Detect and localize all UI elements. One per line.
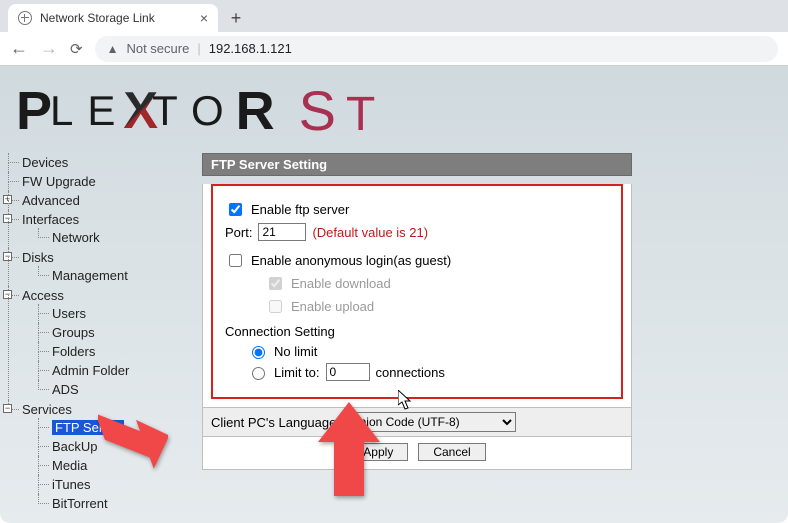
limit-to-radio[interactable] <box>252 367 265 380</box>
highlight-box: Enable ftp server Port: (Default value i… <box>211 184 623 399</box>
limit-to-label: Limit to: <box>274 365 320 380</box>
tree-item-advanced[interactable]: +Advanced <box>8 191 178 210</box>
apply-button[interactable]: Apply <box>348 443 408 461</box>
limit-input[interactable] <box>326 363 370 381</box>
separator: | <box>197 41 200 56</box>
forward-button: → <box>40 38 58 59</box>
tree-item-folders[interactable]: Folders <box>38 342 178 361</box>
port-input[interactable] <box>258 223 306 241</box>
tree-item-users[interactable]: Users <box>38 304 178 323</box>
globe-icon <box>18 11 32 25</box>
anon-login-checkbox[interactable] <box>229 254 242 267</box>
port-hint: (Default value is 21) <box>312 225 428 240</box>
enable-download-checkbox <box>269 277 282 290</box>
connection-setting-label: Connection Setting <box>225 324 335 339</box>
enable-ftp-checkbox[interactable] <box>229 203 242 216</box>
nav-tree: Devices FW Upgrade +Advanced −Interfaces… <box>8 151 178 514</box>
browser-tab[interactable]: Network Storage Link × <box>8 4 218 32</box>
anon-login-label: Enable anonymous login(as guest) <box>251 253 451 268</box>
address-bar[interactable]: ▲ Not secure | 192.168.1.121 <box>95 36 778 62</box>
collapse-icon[interactable]: − <box>3 214 12 223</box>
tree-item-devices[interactable]: Devices <box>8 153 178 172</box>
panel-title: FTP Server Setting <box>202 153 632 176</box>
tree-item-ftp-server[interactable]: FTP Server <box>38 418 178 437</box>
tree-item-network[interactable]: Network <box>38 228 178 247</box>
tree-item-access[interactable]: −Access Users Groups Folders Admin Folde… <box>8 286 178 400</box>
not-secure-icon: ▲ <box>107 42 119 56</box>
enable-upload-label: Enable upload <box>291 299 374 314</box>
tree-item-interfaces[interactable]: −Interfaces Network <box>8 210 178 248</box>
new-tab-button[interactable]: + <box>224 6 248 30</box>
connections-label: connections <box>376 365 445 380</box>
security-label: Not secure <box>126 41 189 56</box>
reload-button[interactable]: ⟳ <box>70 40 83 58</box>
enable-download-label: Enable download <box>291 276 391 291</box>
tree-item-groups[interactable]: Groups <box>38 323 178 342</box>
collapse-icon[interactable]: − <box>3 290 12 299</box>
no-limit-radio[interactable] <box>252 346 265 359</box>
no-limit-label: No limit <box>274 344 317 359</box>
expand-icon[interactable]: + <box>3 195 12 204</box>
browser-toolbar: ← → ⟳ ▲ Not secure | 192.168.1.121 <box>0 32 788 66</box>
close-tab-icon[interactable]: × <box>200 10 208 26</box>
port-label: Port: <box>225 225 252 240</box>
tree-item-disks[interactable]: −Disks Management <box>8 248 178 286</box>
ftp-settings-panel: FTP Server Setting Enable ftp server Por… <box>202 153 632 470</box>
cancel-button[interactable]: Cancel <box>418 443 485 461</box>
language-label: Client PC's Language: <box>211 415 340 430</box>
tree-item-ads[interactable]: ADS <box>38 380 178 399</box>
tree-item-itunes[interactable]: iTunes <box>38 475 178 494</box>
tree-item-management[interactable]: Management <box>38 266 178 285</box>
collapse-icon[interactable]: − <box>3 404 12 413</box>
url-text: 192.168.1.121 <box>209 41 292 56</box>
tree-item-backup[interactable]: BackUp <box>38 437 178 456</box>
page-body: PLEXTOR ST Devices FW Upgrade +Advanced … <box>0 66 788 523</box>
collapse-icon[interactable]: − <box>3 252 12 261</box>
cursor-icon <box>398 390 412 410</box>
tree-item-services[interactable]: −Services FTP Server BackUp Media iTunes… <box>8 400 178 514</box>
tree-item-bittorrent[interactable]: BitTorrent <box>38 494 178 513</box>
browser-tab-bar: Network Storage Link × + <box>0 0 788 32</box>
tree-item-admin-folder[interactable]: Admin Folder <box>38 361 178 380</box>
enable-upload-checkbox <box>269 300 282 313</box>
language-select[interactable]: Union Code (UTF-8) <box>346 412 516 432</box>
brand-logo: PLEXTOR ST <box>0 66 788 151</box>
tab-title: Network Storage Link <box>40 11 155 25</box>
enable-ftp-label: Enable ftp server <box>251 202 349 217</box>
tree-item-fw-upgrade[interactable]: FW Upgrade <box>8 172 178 191</box>
tree-item-media[interactable]: Media <box>38 456 178 475</box>
back-button[interactable]: ← <box>10 38 28 59</box>
